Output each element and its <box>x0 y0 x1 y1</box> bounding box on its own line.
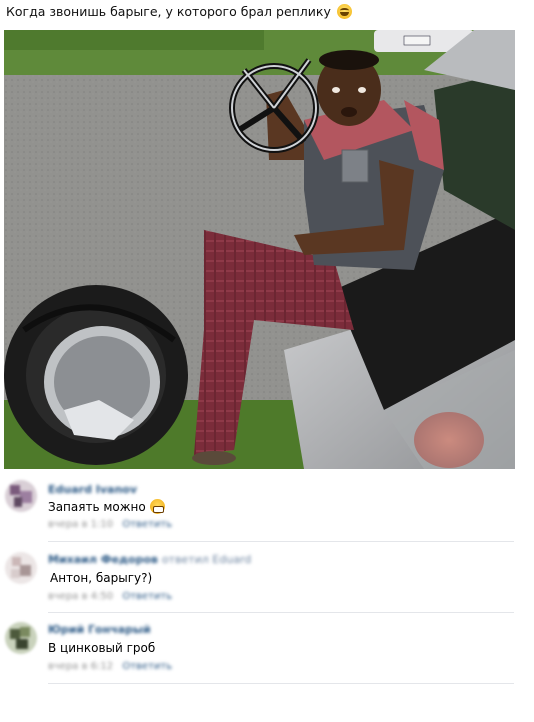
laughing-emoji-icon <box>336 4 352 19</box>
comment-item: Юрий Гончарый В цинковый гроб вчера в 6:… <box>0 617 534 689</box>
avatar[interactable] <box>4 551 38 585</box>
comment-text: Антон, барыгу?) <box>50 571 152 585</box>
comment-author[interactable]: Юрий Гончарый <box>48 623 151 636</box>
comment-author[interactable]: Eduard Ivanov <box>48 483 137 496</box>
comment-item: Eduard Ivanov Запаять можно вчера в 1:10… <box>0 477 534 549</box>
post-title: Когда звонишь барыге, у которого брал ре… <box>6 4 526 20</box>
avatar[interactable] <box>4 479 38 513</box>
divider <box>48 541 514 542</box>
comment-item: Михаил Федоров ответил Eduard Антон, бар… <box>0 547 534 619</box>
comment-meta: вчера в 1:10 Ответить <box>48 519 172 530</box>
divider <box>48 683 514 684</box>
reply-button[interactable]: Ответить <box>122 661 172 672</box>
comment-author-name[interactable]: Михаил Федоров <box>48 553 158 566</box>
post-title-text: Когда звонишь барыге, у которого брал ре… <box>6 4 331 19</box>
comment-reply-to[interactable]: ответил Eduard <box>162 553 251 566</box>
avatar[interactable] <box>4 621 38 655</box>
comment-meta: вчера в 6:12 Ответить <box>48 661 172 672</box>
meme-photo-illustration <box>4 30 515 469</box>
comment-author-name[interactable]: Юрий Гончарый <box>48 623 151 636</box>
comment-meta: вчера в 4:50 Ответить <box>48 591 172 602</box>
comment-author-name[interactable]: Eduard Ivanov <box>48 483 137 496</box>
comment-date[interactable]: вчера в 6:12 <box>48 661 113 672</box>
comment-date[interactable]: вчера в 1:10 <box>48 519 113 530</box>
comment-text: В цинковый гроб <box>48 641 155 655</box>
reply-button[interactable]: Ответить <box>122 519 172 530</box>
post-photo[interactable] <box>4 30 515 469</box>
comment-text-body: Антон, барыгу?) <box>50 571 153 585</box>
comment-author[interactable]: Михаил Федоров ответил Eduard <box>48 553 251 566</box>
comment-text: Запаять можно <box>48 499 165 514</box>
grin-emoji-icon <box>149 499 165 514</box>
reply-button[interactable]: Ответить <box>122 591 172 602</box>
divider <box>48 612 514 613</box>
comment-text-body: В цинковый гроб <box>48 641 156 655</box>
comment-date[interactable]: вчера в 4:50 <box>48 591 113 602</box>
comment-text-body: Запаять можно <box>48 500 146 514</box>
